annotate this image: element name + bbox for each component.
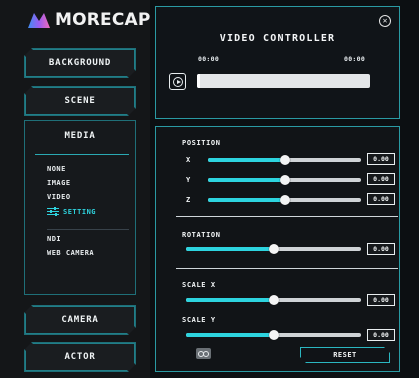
z-slider-thumb[interactable]	[279, 195, 290, 205]
divider	[176, 216, 398, 217]
scale-x-slider[interactable]	[186, 295, 361, 305]
media-divider	[47, 229, 129, 230]
scale-y-title: SCALE Y	[182, 316, 216, 324]
media-item-none[interactable]: NONE	[47, 165, 66, 173]
scale-y-slider-thumb[interactable]	[268, 330, 279, 340]
z-value[interactable]: 0.00	[367, 193, 395, 205]
camera-button[interactable]: CAMERA	[24, 305, 136, 335]
logo-m-icon	[28, 13, 50, 28]
media-underline	[35, 154, 129, 155]
play-icon	[172, 76, 183, 87]
scale-x-value[interactable]: 0.00	[367, 294, 395, 306]
media-item-setting-label: SETTING	[63, 207, 97, 216]
video-controller-panel: ✕ VIDEO CONTROLLER 00:00 00:00	[155, 6, 400, 119]
x-slider-fill	[208, 158, 285, 162]
transform-panel: POSITION X 0.00 Y 0.00 Z 0.00 ROTATION 0…	[155, 126, 400, 372]
scene-button[interactable]: SCENE	[24, 86, 136, 116]
z-label: Z	[186, 196, 191, 204]
x-value[interactable]: 0.00	[367, 153, 395, 165]
rotation-slider[interactable]	[186, 244, 361, 254]
x-slider-thumb[interactable]	[279, 155, 290, 165]
logo: MORECAP	[27, 9, 151, 31]
scale-y-slider[interactable]	[186, 330, 361, 340]
y-slider-thumb[interactable]	[279, 175, 290, 185]
scale-y-slider-fill	[186, 333, 274, 337]
close-icon[interactable]: ✕	[379, 15, 391, 27]
y-label: Y	[186, 176, 191, 184]
setting-sliders-icon	[47, 207, 59, 216]
rotation-slider-fill	[186, 247, 274, 251]
link-button[interactable]	[196, 348, 211, 359]
video-progress-fill	[197, 74, 201, 88]
y-slider-fill	[208, 178, 285, 182]
media-item-web-camera[interactable]: WEB CAMERA	[47, 249, 94, 257]
rotation-title: ROTATION	[182, 231, 221, 239]
x-slider[interactable]	[208, 155, 361, 165]
z-slider-fill	[208, 198, 285, 202]
rotation-slider-thumb[interactable]	[268, 244, 279, 254]
media-item-ndi[interactable]: NDI	[47, 235, 61, 243]
logo-text: MORECAP	[55, 10, 151, 30]
current-time: 00:00	[198, 55, 220, 63]
main-area: ✕ VIDEO CONTROLLER 00:00 00:00 POSITION …	[150, 0, 419, 378]
media-item-video[interactable]: VIDEO	[47, 193, 71, 201]
divider	[176, 268, 398, 269]
media-item-setting[interactable]: SETTING	[47, 207, 96, 216]
z-slider[interactable]	[208, 195, 361, 205]
scale-x-slider-thumb[interactable]	[268, 295, 279, 305]
rotation-value[interactable]: 0.00	[367, 243, 395, 255]
play-button[interactable]	[169, 73, 186, 90]
video-progress-bar[interactable]	[197, 74, 370, 88]
position-title: POSITION	[182, 139, 221, 147]
y-slider[interactable]	[208, 175, 361, 185]
media-item-image[interactable]: IMAGE	[47, 179, 71, 187]
video-controller-title: VIDEO CONTROLLER	[219, 33, 336, 44]
total-time: 00:00	[344, 55, 366, 63]
scale-y-value[interactable]: 0.00	[367, 329, 395, 341]
scale-x-title: SCALE X	[182, 281, 216, 289]
actor-button[interactable]: ACTOR	[24, 342, 136, 372]
media-panel: MEDIA NONE IMAGE VIDEO SETTING NDI WEB C…	[24, 120, 136, 295]
scale-x-slider-fill	[186, 298, 274, 302]
background-button[interactable]: BACKGROUND	[24, 48, 136, 78]
sidebar: MORECAP BACKGROUND SCENE MEDIA NONE IMAG…	[0, 0, 150, 378]
reset-button[interactable]: RESET	[300, 347, 390, 363]
y-value[interactable]: 0.00	[367, 173, 395, 185]
media-title[interactable]: MEDIA	[25, 131, 135, 141]
link-icon	[198, 350, 209, 357]
x-label: X	[186, 156, 191, 164]
